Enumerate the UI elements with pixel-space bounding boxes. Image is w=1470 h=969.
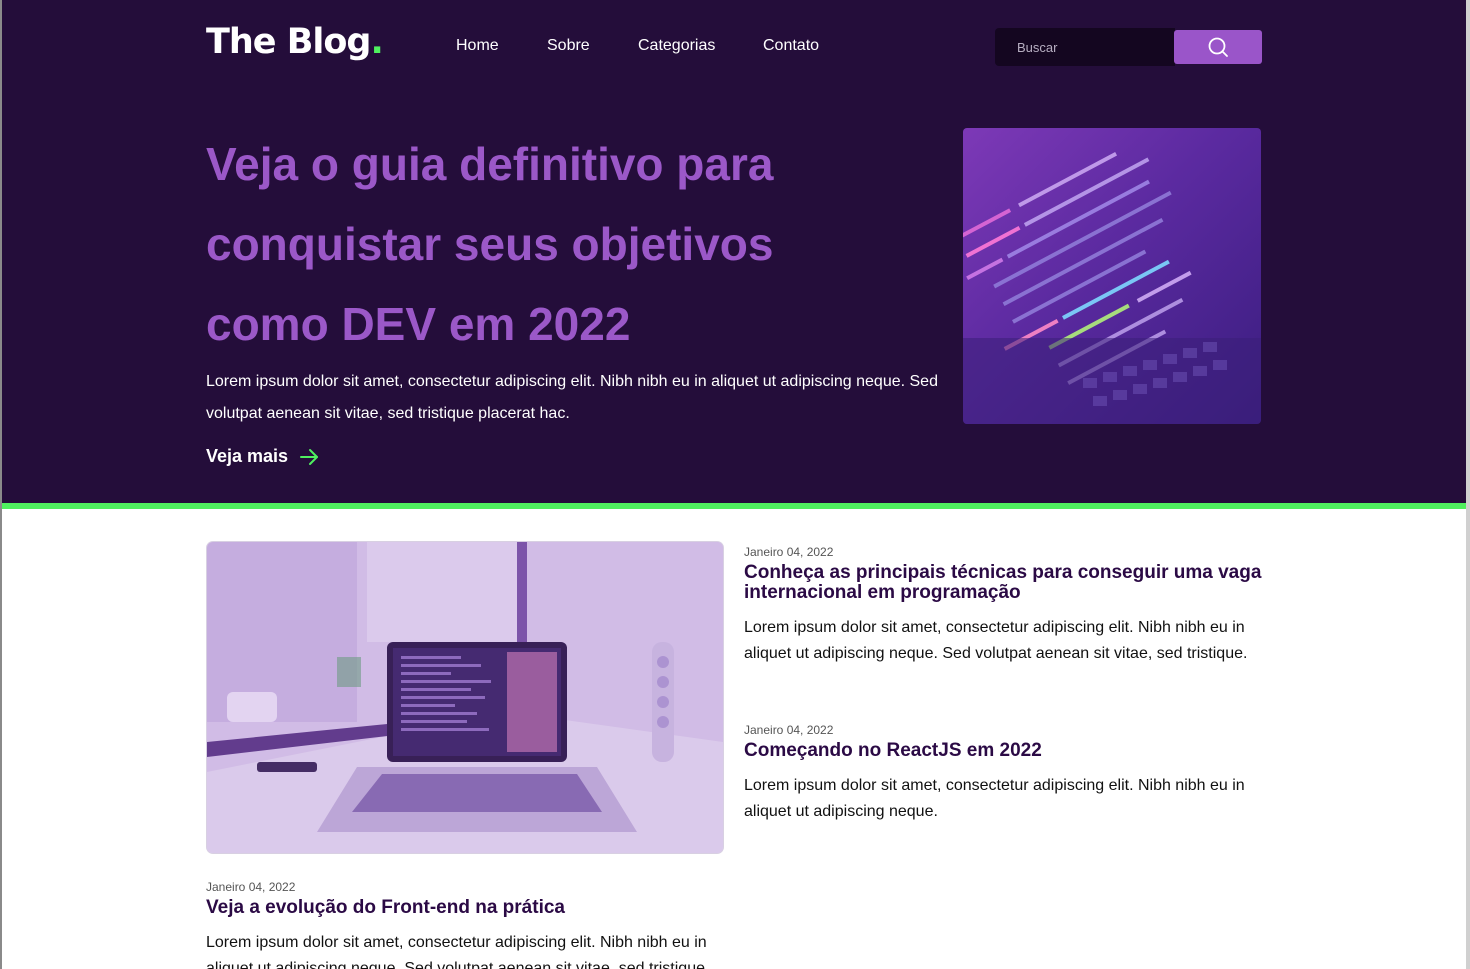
post-title-link[interactable]: Conheça as principais técnicas para cons… — [744, 563, 1264, 603]
featured-post-image[interactable] — [207, 542, 723, 853]
code-on-laptop-image — [963, 152, 1261, 424]
post-date: Janeiro 04, 2022 — [744, 723, 834, 737]
nav-home[interactable]: Home — [456, 37, 499, 55]
arrow-right-icon — [300, 448, 319, 465]
post-date: Janeiro 04, 2022 — [744, 545, 834, 559]
nav-contato[interactable]: Contato — [763, 37, 819, 55]
post-excerpt: Lorem ipsum dolor sit amet, consectetur … — [206, 934, 710, 969]
post-card-2: Janeiro 04, 2022 Começando no ReactJS em… — [744, 723, 1264, 825]
post-title-link[interactable]: Veja a evolução do Front-end na prática — [206, 898, 726, 918]
search-input[interactable] — [995, 28, 1175, 66]
hero-bottom-border — [2, 503, 1466, 509]
hero-title: Veja o guia definitivo para conquistar s… — [206, 138, 774, 350]
post-excerpt: Lorem ipsum dolor sit amet, consectetur … — [744, 777, 1245, 820]
laptop-desk-image — [207, 542, 723, 853]
site-logo[interactable]: The Blog. — [206, 22, 384, 62]
post-date: Janeiro 04, 2022 — [206, 880, 296, 894]
nav-categorias[interactable]: Categorias — [638, 37, 715, 55]
logo-text: The Blog — [206, 22, 371, 62]
search-button[interactable] — [1174, 30, 1262, 64]
post-excerpt: Lorem ipsum dolor sit amet, consectetur … — [744, 619, 1248, 662]
window-edge-right — [1466, 0, 1470, 969]
search-icon — [1208, 37, 1228, 57]
post-title-link[interactable]: Começando no ReactJS em 2022 — [744, 741, 1264, 761]
hero-more-label: Veja mais — [206, 446, 289, 466]
post-card-3: Janeiro 04, 2022 Veja a evolução do Fron… — [206, 880, 726, 969]
nav-sobre[interactable]: Sobre — [547, 37, 590, 55]
hero-text: Lorem ipsum dolor sit amet, consectetur … — [206, 373, 938, 422]
hero-image[interactable] — [963, 128, 1261, 424]
search-bar — [995, 28, 1262, 66]
hero-more-link[interactable]: Veja mais — [206, 446, 320, 467]
logo-dot: . — [370, 22, 384, 62]
post-card-1: Janeiro 04, 2022 Conheça as principais t… — [744, 545, 1264, 667]
